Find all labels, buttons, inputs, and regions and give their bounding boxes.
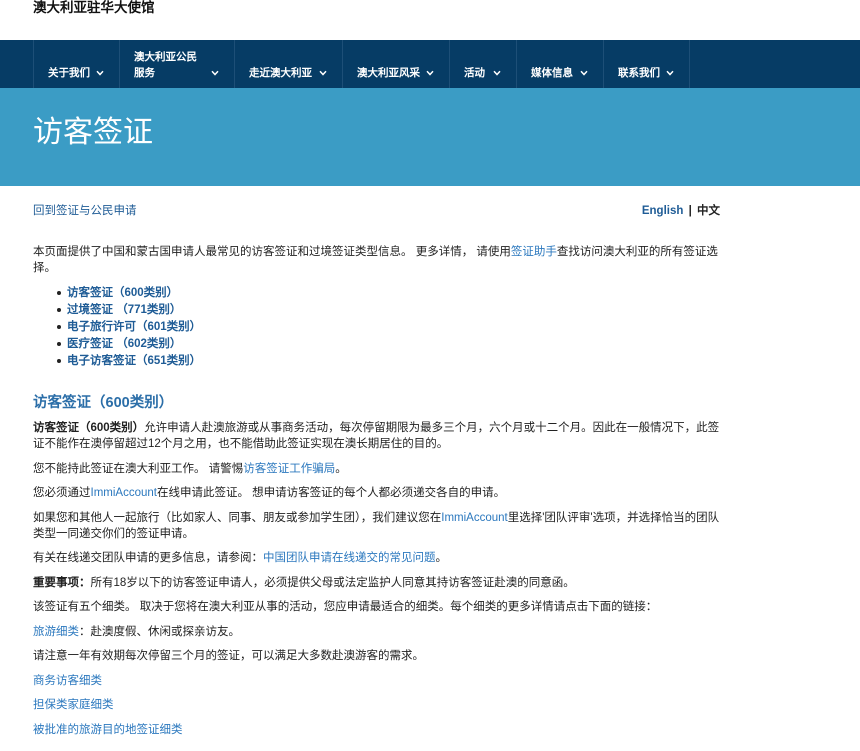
site-title[interactable]: 澳大利亚驻华大使馆 bbox=[33, 0, 155, 16]
language-english-link[interactable]: English bbox=[642, 205, 684, 217]
bold-text: 重要事项： bbox=[33, 576, 91, 589]
toc-link-transit-771[interactable]: 过境签证 （771类别） bbox=[67, 304, 181, 316]
toc-link-evisitor-651[interactable]: 电子访客签证（651类别） bbox=[67, 355, 201, 367]
language-separator: | bbox=[688, 205, 692, 217]
paragraph-text: 有关在线递交团队申请的更多信息，请参阅： bbox=[33, 552, 263, 564]
nav-item-media[interactable]: 媒体信息 bbox=[517, 40, 604, 88]
nav-item-about-us[interactable]: 关于我们 bbox=[33, 40, 120, 88]
chevron-down-icon bbox=[666, 70, 674, 76]
back-to-visas-link[interactable]: 回到签证与公民申请 bbox=[33, 205, 137, 217]
work-scam-link[interactable]: 访客签证工作骗局 bbox=[243, 463, 335, 475]
list-item: 过境签证 （771类别） bbox=[33, 302, 721, 319]
nav-item-label-line1: 澳大利亚公民 bbox=[134, 51, 197, 63]
paragraph: 请注意一年有效期每次停留三个月的签证，可以满足大多数赴澳游客的需求。 bbox=[33, 650, 424, 662]
paragraph-text: 您不能持此签证在澳大利亚工作。 请警惕 bbox=[33, 462, 244, 475]
paragraph-text: 。 bbox=[435, 552, 448, 564]
group-application-faq-link[interactable]: 中国团队申请在线递交的常见问题 bbox=[263, 552, 436, 564]
bold-text: 访客签证（600类别） bbox=[33, 422, 145, 434]
nav-item-australia-showcase[interactable]: 澳大利亚风采 bbox=[343, 40, 450, 88]
nav-item-discover-australia[interactable]: 走近澳大利亚 bbox=[235, 40, 343, 88]
paragraph: 您必须通过ImmiAccount在线申请此签证。 想申请访客签证的每个人都必须递… bbox=[33, 485, 721, 501]
nav-item-citizen-services[interactable]: 澳大利亚公民 服务 bbox=[120, 40, 235, 88]
chevron-down-icon bbox=[580, 70, 588, 76]
nav-item-label: 关于我们 bbox=[48, 67, 90, 79]
language-switcher: English | 中文 bbox=[642, 203, 720, 219]
nav-item-label: 联系我们 bbox=[618, 67, 660, 79]
visa-finder-link[interactable]: 签证助手 bbox=[511, 246, 557, 258]
nav-list: 关于我们 澳大利亚公民 服务 走近澳大利亚 澳大利亚风采 活动 媒体信息 联系我… bbox=[33, 40, 690, 88]
nav-item-contact-us[interactable]: 联系我们 bbox=[604, 40, 690, 88]
business-visitor-stream-link[interactable]: 商务访客细类 bbox=[33, 675, 102, 687]
sponsored-family-stream-link[interactable]: 担保类家庭细类 bbox=[33, 699, 114, 711]
paragraph-text: 在线申请此签证。 想申请访客签证的每个人都必须递交各自的申请。 bbox=[156, 487, 506, 499]
nav-item-label: 澳大利亚风采 bbox=[357, 67, 420, 79]
intro-text: 本页面提供了中国和蒙古国申请人最常见的访客签证和过境签证类型信息。 更多详情， … bbox=[33, 246, 511, 258]
nav-item-label: 媒体信息 bbox=[531, 67, 573, 79]
paragraph-text: ：赴澳度假、休闲或探亲访友。 bbox=[79, 625, 240, 638]
main-nav: 关于我们 澳大利亚公民 服务 走近澳大利亚 澳大利亚风采 活动 媒体信息 联系我… bbox=[0, 40, 860, 88]
paragraph-text: 。 bbox=[335, 462, 347, 475]
nav-item-label: 走近澳大利亚 bbox=[249, 67, 312, 79]
intro-paragraph: 本页面提供了中国和蒙古国申请人最常见的访客签证和过境签证类型信息。 更多详情， … bbox=[33, 244, 721, 276]
list-item: 访客签证（600类别） bbox=[33, 285, 721, 302]
paragraph: 商务访客细类 bbox=[33, 673, 721, 689]
page-title: 访客签证 bbox=[33, 116, 153, 149]
nav-item-events[interactable]: 活动 bbox=[450, 40, 517, 88]
nav-item-label-line2: 服务 bbox=[134, 67, 155, 79]
paragraph: 被批准的旅游目的地签证细类 bbox=[33, 722, 721, 738]
visa-type-list: 访客签证（600类别） 过境签证 （771类别） 电子旅行许可（601类别） 医… bbox=[33, 285, 721, 370]
chevron-down-icon bbox=[493, 70, 501, 76]
paragraph: 担保类家庭细类 bbox=[33, 697, 721, 713]
paragraph-text: 所有18岁以下的访客签证申请人，必须提供父母或法定监护人同意其持访客签证赴澳的同… bbox=[90, 576, 575, 589]
immiaccount-link[interactable]: ImmiAccount bbox=[441, 512, 507, 524]
paragraph: 该签证有五个细类。 取决于您将在澳大利亚从事的活动，您应申请最适合的细类。每个细… bbox=[33, 601, 658, 613]
chevron-down-icon bbox=[96, 70, 104, 76]
paragraph-text: 如果您和其他人一起旅行（比如家人、同事、朋友或参加学生团），我们建议您在 bbox=[33, 511, 442, 524]
toc-link-eta-601[interactable]: 电子旅行许可（601类别） bbox=[67, 321, 201, 333]
paragraph: 您不能持此签证在澳大利亚工作。 请警惕访客签证工作骗局。 bbox=[33, 461, 721, 477]
section-visitor-600: 访客签证（600类别） 访客签证（600类别）允许申请人赴澳旅游或从事商务活动，… bbox=[33, 393, 721, 738]
toc-link-visitor-600[interactable]: 访客签证（600类别） bbox=[67, 287, 178, 299]
important-notice: 重要事项：所有18岁以下的访客签证申请人，必须提供父母或法定监护人同意其持访客签… bbox=[33, 575, 721, 591]
chevron-down-icon bbox=[211, 70, 219, 76]
immiaccount-link[interactable]: ImmiAccount bbox=[91, 487, 157, 499]
list-item: 医疗签证 （602类别） bbox=[33, 336, 721, 353]
paragraph: 访客签证（600类别）允许申请人赴澳旅游或从事商务活动，每次停留期限为最多三个月… bbox=[33, 420, 721, 452]
paragraph: 有关在线递交团队申请的更多信息，请参阅：中国团队申请在线递交的常见问题。 bbox=[33, 550, 721, 566]
chevron-down-icon bbox=[319, 70, 327, 76]
nav-item-label: 活动 bbox=[464, 67, 485, 79]
list-item: 电子访客签证（651类别） bbox=[33, 353, 721, 370]
list-item: 电子旅行许可（601类别） bbox=[33, 319, 721, 336]
language-chinese-current: 中文 bbox=[697, 205, 720, 217]
paragraph: 旅游细类：赴澳度假、休闲或探亲访友。 bbox=[33, 624, 721, 640]
paragraph: 如果您和其他人一起旅行（比如家人、同事、朋友或参加学生团），我们建议您在Immi… bbox=[33, 510, 721, 542]
ads-stream-link[interactable]: 被批准的旅游目的地签证细类 bbox=[33, 724, 183, 736]
main-content: 回到签证与公民申请 English | 中文 本页面提供了中国和蒙古国申请人最常… bbox=[33, 186, 721, 738]
breadcrumb-row: 回到签证与公民申请 English | 中文 bbox=[33, 203, 721, 219]
page-banner: 访客签证 bbox=[0, 88, 860, 186]
tourist-stream-link[interactable]: 旅游细类 bbox=[33, 626, 79, 638]
chevron-down-icon bbox=[426, 70, 434, 76]
toc-link-medical-602[interactable]: 医疗签证 （602类别） bbox=[67, 338, 181, 350]
site-header: 澳大利亚驻华大使馆 bbox=[0, 0, 860, 40]
section-heading: 访客签证（600类别） bbox=[33, 395, 174, 411]
paragraph-text: 您必须通过 bbox=[33, 487, 91, 499]
